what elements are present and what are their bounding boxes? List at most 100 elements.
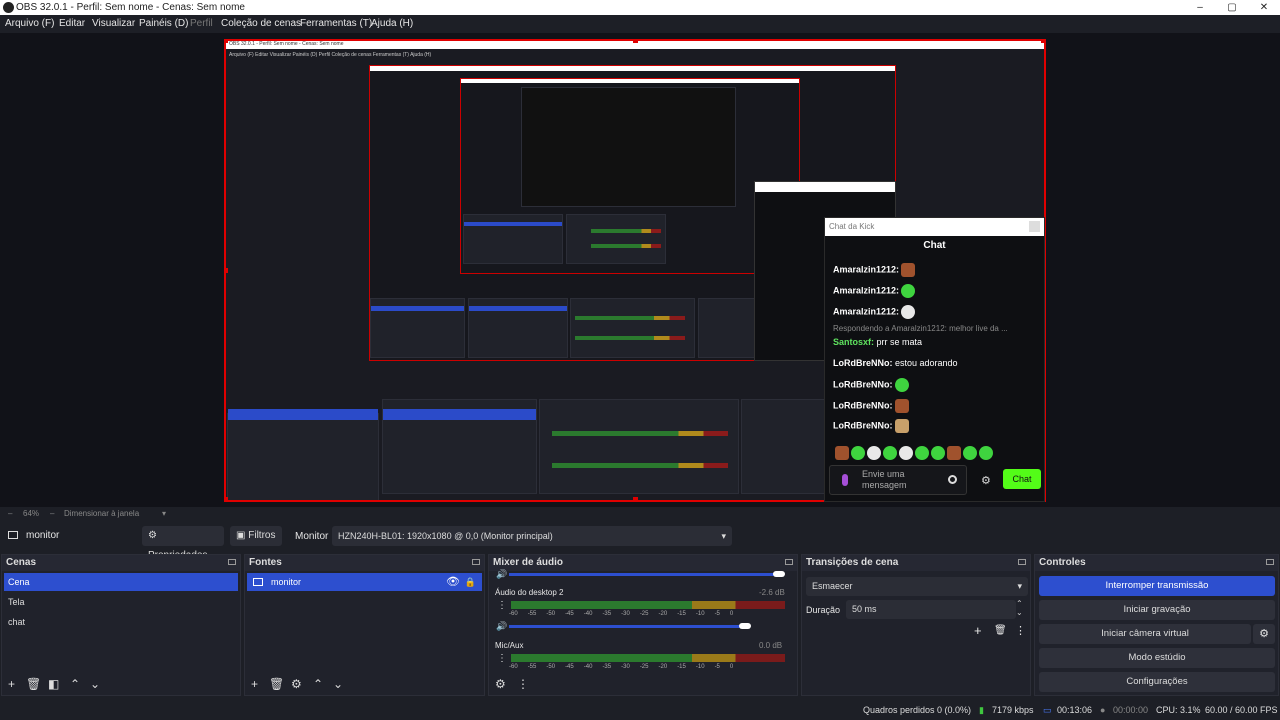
emote-bar[interactable] (833, 445, 993, 460)
settings-button[interactable]: Configurações (1039, 672, 1275, 692)
chat-placeholder: Envie uma mensagem (862, 469, 907, 490)
emote-icon (894, 399, 909, 413)
resize-to-window[interactable]: Dimensionar à janela (64, 507, 139, 521)
preview-bar: – 64% – Dimensionar à janela ▾ (0, 507, 1280, 521)
kebab-icon[interactable]: ⋮ (497, 653, 507, 664)
stream-icon: ▭ (1043, 705, 1052, 715)
volume-knob[interactable] (739, 623, 751, 629)
nested-menu: Arquivo (F) Editar Visualizar Painéis (D… (229, 52, 432, 58)
chat-message: Amaralzin1212: (833, 284, 916, 298)
chat-header: Chat da Kick (825, 218, 1044, 236)
stream-time: 00:13:06 (1057, 705, 1093, 715)
start-virtual-camera-button[interactable]: Iniciar câmera virtual (1039, 624, 1251, 644)
dock-options-icon[interactable] (472, 559, 480, 565)
chat-close-icon[interactable] (1029, 221, 1040, 232)
move-down-icon[interactable]: ⌄ (333, 677, 343, 691)
add-icon[interactable]: + (974, 623, 982, 638)
volume-slider[interactable] (509, 573, 781, 576)
audio-mixer-dock: Mixer de áudio 🔊 Áudio do desktop 2 -2.6… (488, 554, 798, 696)
mixer-title: Mixer de áudio (489, 555, 797, 571)
chat-reply: Respondendo a Amaralzin1212: melhor live… (833, 324, 1008, 333)
gear-icon[interactable]: ⚙ (291, 677, 302, 691)
monitor-icon (8, 531, 18, 539)
record-icon: ● (1100, 705, 1106, 715)
scenes-title: Cenas (2, 555, 240, 571)
menu-ajuda[interactable]: Ajuda (H) (371, 15, 413, 33)
monitor-select[interactable]: HZN240H-BL01: 1920x1080 @ 0,0 (Monitor p… (332, 526, 732, 546)
zoom-dropdown-icon[interactable]: ▾ (162, 507, 166, 521)
trash-icon[interactable]: 🗑 (26, 677, 41, 691)
audio-meter (511, 601, 785, 609)
monitor-icon (253, 578, 263, 586)
transitions-title: Transições de cena (802, 555, 1030, 571)
volume-knob[interactable] (773, 571, 785, 577)
emote-icon (901, 263, 916, 277)
chat-input[interactable]: Envie uma mensagem (829, 465, 967, 495)
filter-icon[interactable]: ◧ (48, 677, 59, 691)
source-item[interactable]: monitor 👁 🔒 (247, 573, 482, 591)
sources-title: Fontes (245, 555, 484, 571)
trash-icon[interactable]: 🗑 (994, 625, 1007, 636)
chat-title: Chat (923, 240, 946, 251)
move-up-icon[interactable]: ⌃ (313, 677, 323, 691)
menu-paineis[interactable]: Painéis (D) (139, 15, 188, 33)
advanced-audio-icon[interactable]: ⚙ (495, 677, 506, 691)
channel-db: -2.6 dB (759, 588, 785, 597)
studio-mode-button[interactable]: Modo estúdio (1039, 648, 1275, 668)
stop-streaming-button[interactable]: Interromper transmissão (1039, 576, 1275, 596)
volume-slider[interactable] (509, 625, 745, 628)
monitor-label: Monitor (295, 531, 329, 542)
minimize-button[interactable]: – (1185, 0, 1215, 15)
trash-icon[interactable]: 🗑 (269, 677, 284, 691)
emoji-icon[interactable] (948, 475, 957, 484)
emote-icon (901, 305, 916, 319)
menu-editar[interactable]: Editar (59, 15, 85, 33)
dock-options-icon[interactable] (228, 559, 236, 565)
chat-settings-icon[interactable]: ⚙ (981, 474, 991, 487)
menu-perfil[interactable]: Perfil (190, 15, 213, 33)
maximize-button[interactable]: ▢ (1217, 0, 1247, 15)
title-bar: OBS 32.0.1 - Perfil: Sem nome - Cenas: S… (0, 0, 1280, 15)
dock-options-icon[interactable] (1018, 559, 1026, 565)
dock-options-icon[interactable] (1266, 559, 1274, 565)
properties-button[interactable]: ⚙ Propriedades (142, 526, 224, 561)
scene-item[interactable]: Tela (4, 593, 238, 611)
menu-ferramentas[interactable]: Ferramentas (T) (300, 15, 372, 33)
add-icon[interactable]: + (251, 677, 258, 691)
menu-visualizar[interactable]: Visualizar (92, 15, 135, 33)
bitrate: 7179 kbps (992, 705, 1034, 715)
virtual-camera-settings-icon[interactable]: ⚙ (1253, 624, 1275, 644)
scene-item[interactable]: Cena (4, 573, 238, 591)
chat-message: Amaralzin1212: (833, 263, 916, 277)
add-icon[interactable]: + (8, 677, 15, 691)
eye-icon[interactable]: 👁 (446, 573, 460, 591)
kebab-icon[interactable]: ⋮ (497, 600, 507, 611)
fps: 60.00 / 60.00 FPS (1205, 705, 1278, 715)
filter-icon: ▣ (236, 530, 246, 541)
zoom-level[interactable]: 64% (23, 507, 39, 521)
menu-colecao-cenas[interactable]: Coleção de cenas (221, 15, 301, 33)
dock-options-icon[interactable] (785, 559, 793, 565)
kebab-icon[interactable]: ⋮ (1015, 624, 1026, 637)
emote-icon (894, 378, 909, 392)
transition-select[interactable]: Esmaecer ▾ (806, 577, 1028, 596)
spin-icon[interactable]: ⌃ ⌄ (1016, 599, 1023, 617)
mic-icon (842, 474, 848, 486)
preview-dash: – (8, 509, 13, 518)
close-button[interactable]: ✕ (1249, 0, 1279, 15)
filters-button[interactable]: ▣ Filtros (230, 526, 282, 546)
chat-message: Amaralzin1212: (833, 305, 916, 319)
duration-input[interactable]: 50 ms (846, 600, 1016, 619)
menu-arquivo[interactable]: Arquivo (F) (5, 15, 54, 33)
start-recording-button[interactable]: Iniciar gravação (1039, 600, 1275, 620)
speaker-icon[interactable]: 🔊 (496, 621, 507, 632)
lock-icon[interactable]: 🔒 (465, 573, 476, 591)
chat-send-button[interactable]: Chat (1003, 469, 1041, 489)
chevron-down-icon: ▾ (721, 531, 726, 541)
kebab-icon[interactable]: ⋮ (517, 677, 529, 691)
move-down-icon[interactable]: ⌄ (90, 677, 100, 691)
move-up-icon[interactable]: ⌃ (70, 677, 80, 691)
scene-item[interactable]: chat (4, 613, 238, 631)
source-toolbar: monitor ⚙ Propriedades ▣ Filtros Monitor… (0, 522, 1280, 561)
speaker-icon[interactable]: 🔊 (496, 569, 507, 580)
